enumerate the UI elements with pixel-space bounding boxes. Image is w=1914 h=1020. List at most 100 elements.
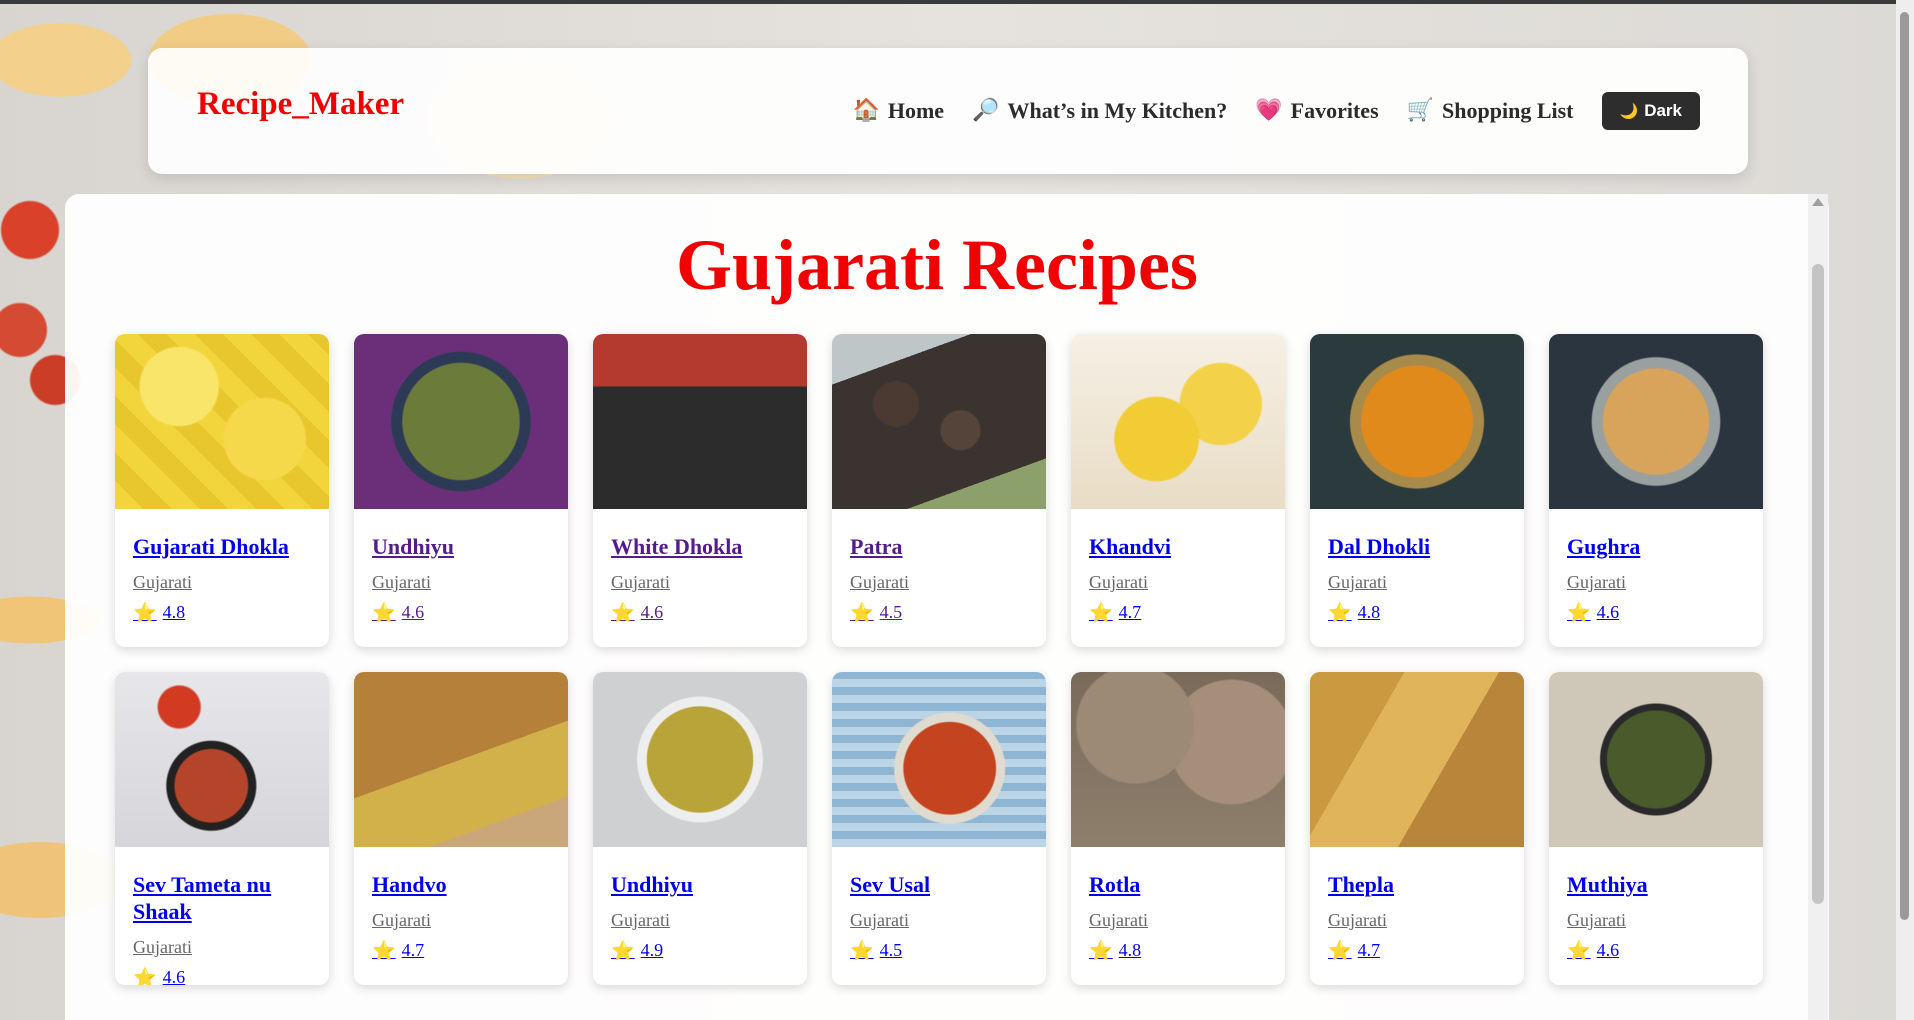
recipe-cuisine-link[interactable]: Gujarati [133, 937, 311, 958]
recipe-image[interactable] [1549, 672, 1763, 847]
recipe-card[interactable]: Khandvi Gujarati ⭐ 4.7 [1071, 334, 1285, 647]
star-icon: ⭐ [611, 602, 635, 624]
recipe-name-link[interactable]: Rotla [1089, 871, 1267, 898]
recipe-rating[interactable]: ⭐ 4.7 [1328, 939, 1506, 962]
recipe-rating[interactable]: ⭐ 4.8 [133, 601, 311, 624]
recipe-name-link[interactable]: Khandvi [1089, 533, 1267, 560]
recipe-cuisine-link[interactable]: Gujarati [1089, 910, 1267, 931]
recipe-name-link[interactable]: White Dhokla [611, 533, 789, 560]
recipe-image[interactable] [354, 672, 568, 847]
recipe-rating[interactable]: ⭐ 4.6 [611, 601, 789, 624]
recipe-image[interactable] [1071, 672, 1285, 847]
nav-kitchen-link[interactable]: 🔎 What’s in My Kitchen? [972, 98, 1227, 124]
recipe-cuisine-link[interactable]: Gujarati [850, 910, 1028, 931]
recipe-cuisine-link[interactable]: Gujarati [1089, 572, 1267, 593]
recipe-image[interactable] [832, 672, 1046, 847]
recipe-image[interactable] [1310, 334, 1524, 509]
recipe-card[interactable]: Undhiyu Gujarati ⭐ 4.9 [593, 672, 807, 985]
recipe-card-body: Dal Dhokli Gujarati ⭐ 4.8 [1310, 509, 1524, 624]
recipe-cuisine-link[interactable]: Gujarati [372, 910, 550, 931]
recipe-name-link[interactable]: Undhiyu [611, 871, 789, 898]
cart-icon: 🛒 [1406, 98, 1435, 123]
recipe-cuisine-link[interactable]: Gujarati [611, 572, 789, 593]
recipe-name-link[interactable]: Patra [850, 533, 1028, 560]
recipe-name-link[interactable]: Thepla [1328, 871, 1506, 898]
recipe-image[interactable] [1549, 334, 1763, 509]
recipe-cuisine-link[interactable]: Gujarati [611, 910, 789, 931]
recipe-rating[interactable]: ⭐ 4.8 [1089, 939, 1267, 962]
dark-mode-button[interactable]: 🌙 Dark [1601, 92, 1700, 130]
recipe-card[interactable]: Dal Dhokli Gujarati ⭐ 4.8 [1310, 334, 1524, 647]
recipe-card-body: Muthiya Gujarati ⭐ 4.6 [1549, 847, 1763, 962]
recipe-name-link[interactable]: Undhiyu [372, 533, 550, 560]
rating-value: 4.8 [1118, 940, 1142, 960]
recipe-card[interactable]: Gujarati Dhokla Gujarati ⭐ 4.8 [115, 334, 329, 647]
star-icon: ⭐ [133, 967, 157, 985]
recipe-cuisine-link[interactable]: Gujarati [372, 572, 550, 593]
recipe-card-body: Khandvi Gujarati ⭐ 4.7 [1071, 509, 1285, 624]
recipe-rating[interactable]: ⭐ 4.6 [1567, 601, 1745, 624]
recipe-name-link[interactable]: Sev Tameta nu Shaak [133, 871, 311, 925]
recipe-image[interactable] [115, 672, 329, 847]
recipe-card-body: Handvo Gujarati ⭐ 4.7 [354, 847, 568, 962]
recipe-image[interactable] [832, 334, 1046, 509]
recipe-image[interactable] [1071, 334, 1285, 509]
star-icon: ⭐ [1328, 940, 1352, 962]
recipe-image[interactable] [354, 334, 568, 509]
nav-shopping-link[interactable]: 🛒 Shopping List [1407, 98, 1574, 124]
nav-home-link[interactable]: 🏠 Home [852, 98, 944, 124]
recipe-name-link[interactable]: Gughra [1567, 533, 1745, 560]
recipe-card[interactable]: Patra Gujarati ⭐ 4.5 [832, 334, 1046, 647]
recipe-image[interactable] [593, 334, 807, 509]
star-icon: ⭐ [133, 602, 157, 624]
recipe-card[interactable]: Sev Tameta nu Shaak Gujarati ⭐ 4.6 [115, 672, 329, 985]
recipe-cuisine-link[interactable]: Gujarati [1567, 910, 1745, 931]
recipe-name-link[interactable]: Gujarati Dhokla [133, 533, 311, 560]
recipe-card-body: Gujarati Dhokla Gujarati ⭐ 4.8 [115, 509, 329, 624]
recipe-card[interactable]: Sev Usal Gujarati ⭐ 4.5 [832, 672, 1046, 985]
scroll-up-arrow-icon[interactable] [1812, 198, 1824, 206]
nav-favorites-link[interactable]: 💗 Favorites [1255, 98, 1378, 124]
star-icon: ⭐ [611, 940, 635, 962]
recipe-name-link[interactable]: Handvo [372, 871, 550, 898]
recipe-card-body: Rotla Gujarati ⭐ 4.8 [1071, 847, 1285, 962]
rating-value: 4.5 [879, 602, 903, 622]
recipe-rating[interactable]: ⭐ 4.5 [850, 939, 1028, 962]
recipe-rating[interactable]: ⭐ 4.6 [133, 966, 311, 985]
recipe-rating[interactable]: ⭐ 4.6 [372, 601, 550, 624]
recipe-card[interactable]: Handvo Gujarati ⭐ 4.7 [354, 672, 568, 985]
moon-icon: 🌙 [1619, 102, 1639, 120]
star-icon: ⭐ [1328, 602, 1352, 624]
star-icon: ⭐ [850, 602, 874, 624]
recipe-card[interactable]: Undhiyu Gujarati ⭐ 4.6 [354, 334, 568, 647]
recipe-card[interactable]: White Dhokla Gujarati ⭐ 4.6 [593, 334, 807, 647]
recipe-rating[interactable]: ⭐ 4.8 [1328, 601, 1506, 624]
recipe-name-link[interactable]: Dal Dhokli [1328, 533, 1506, 560]
recipe-card-body: Patra Gujarati ⭐ 4.5 [832, 509, 1046, 624]
recipe-cuisine-link[interactable]: Gujarati [1328, 572, 1506, 593]
recipe-card-body: Gughra Gujarati ⭐ 4.6 [1549, 509, 1763, 624]
recipe-image[interactable] [593, 672, 807, 847]
recipe-rating[interactable]: ⭐ 4.7 [1089, 601, 1267, 624]
window-scroll-thumb[interactable] [1900, 12, 1909, 920]
recipe-cuisine-link[interactable]: Gujarati [133, 572, 311, 593]
recipe-name-link[interactable]: Muthiya [1567, 871, 1745, 898]
recipe-name-link[interactable]: Sev Usal [850, 871, 1028, 898]
recipe-cuisine-link[interactable]: Gujarati [1567, 572, 1745, 593]
recipe-card-body: Undhiyu Gujarati ⭐ 4.6 [354, 509, 568, 624]
recipe-rating[interactable]: ⭐ 4.5 [850, 601, 1028, 624]
recipe-cuisine-link[interactable]: Gujarati [1328, 910, 1506, 931]
recipe-rating[interactable]: ⭐ 4.7 [372, 939, 550, 962]
recipe-card[interactable]: Rotla Gujarati ⭐ 4.8 [1071, 672, 1285, 985]
recipe-cuisine-link[interactable]: Gujarati [850, 572, 1028, 593]
recipe-rating[interactable]: ⭐ 4.6 [1567, 939, 1745, 962]
recipe-rating[interactable]: ⭐ 4.9 [611, 939, 789, 962]
recipe-card[interactable]: Gughra Gujarati ⭐ 4.6 [1549, 334, 1763, 647]
home-icon: 🏠 [852, 98, 880, 123]
panel-scroll-thumb[interactable] [1812, 264, 1824, 904]
recipe-card[interactable]: Muthiya Gujarati ⭐ 4.6 [1549, 672, 1763, 985]
brand-logo[interactable]: Recipe_Maker [197, 86, 404, 123]
recipe-image[interactable] [1310, 672, 1524, 847]
recipe-image[interactable] [115, 334, 329, 509]
recipe-card[interactable]: Thepla Gujarati ⭐ 4.7 [1310, 672, 1524, 985]
